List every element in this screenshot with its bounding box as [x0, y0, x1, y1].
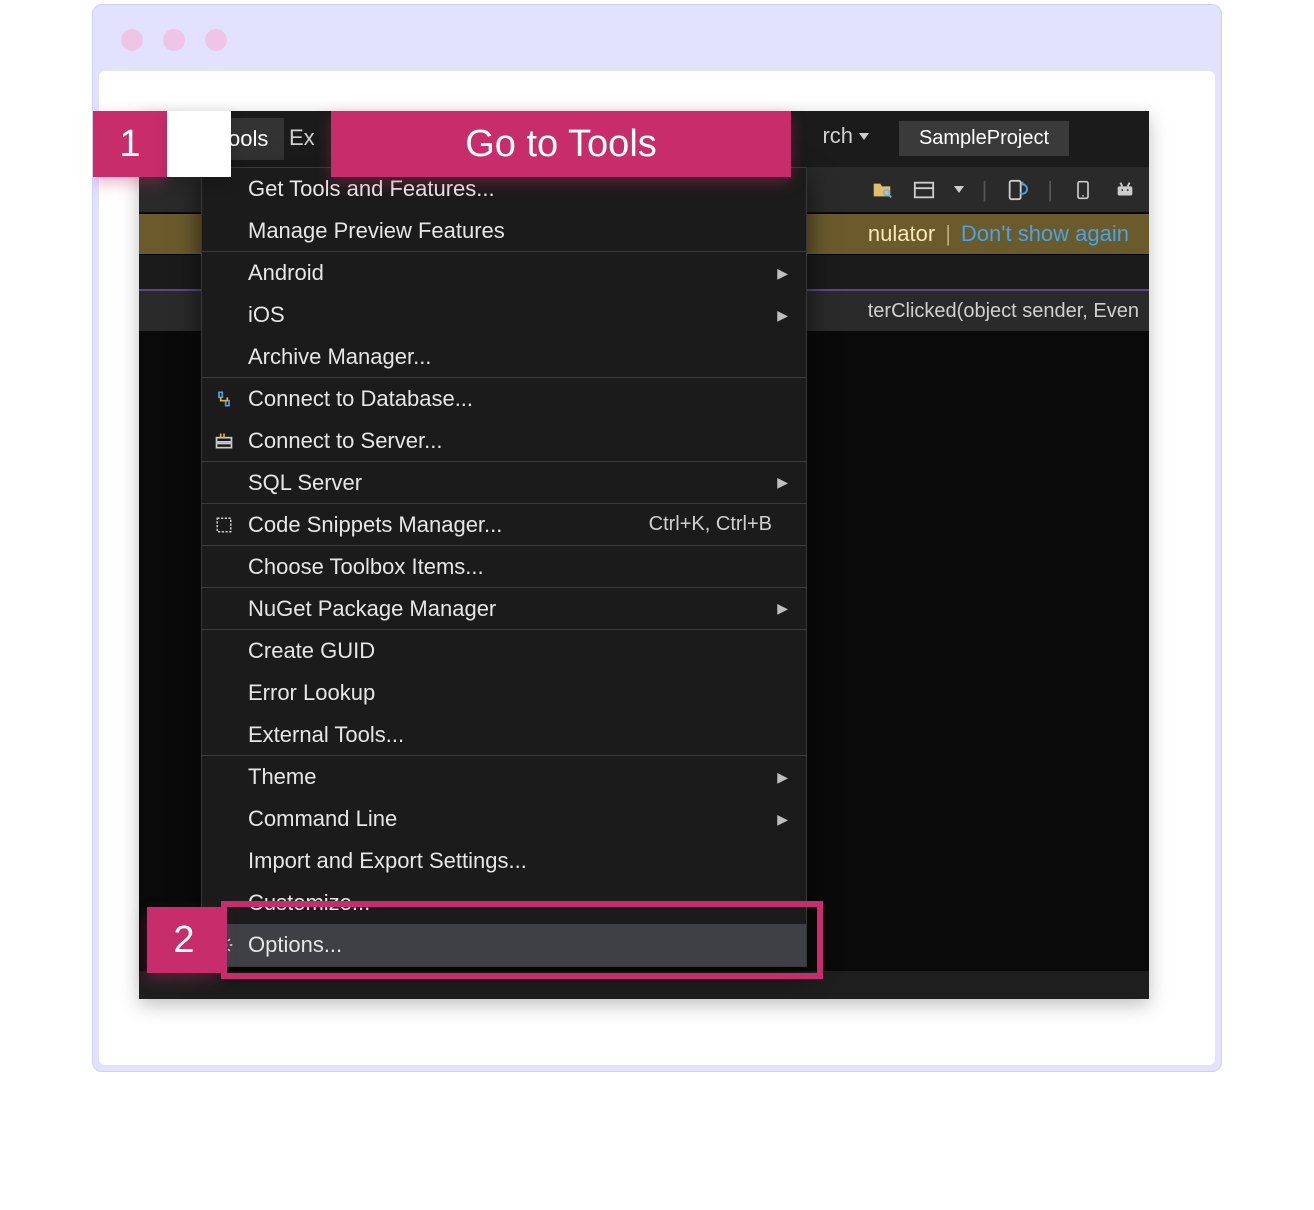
- refresh-device-icon[interactable]: [1005, 178, 1029, 202]
- menu-item-label: Android: [248, 260, 324, 286]
- menu-item-label: NuGet Package Manager: [248, 596, 496, 622]
- chevron-down-icon: [859, 133, 869, 140]
- search-label-fragment: rch: [822, 123, 853, 149]
- annotation-number-text: 2: [173, 919, 194, 962]
- menu-item-import-export[interactable]: Import and Export Settings...: [202, 840, 806, 882]
- menu-item-label: iOS: [248, 302, 285, 328]
- menu-item-label: Import and Export Settings...: [248, 848, 527, 874]
- menu-item-label: Manage Preview Features: [248, 218, 505, 244]
- annotation-step-1-number: 1: [93, 111, 167, 177]
- submenu-arrow-icon: ▶: [777, 307, 788, 324]
- visual-studio-window: Tools Ex rch SampleProject |: [139, 111, 1149, 999]
- method-nav-fragment: terClicked(object sender, Even: [868, 300, 1139, 323]
- menu-item-command-line[interactable]: Command Line ▶: [202, 798, 806, 840]
- android-device-icon[interactable]: [1113, 178, 1137, 202]
- menu-item-label: Connect to Server...: [248, 428, 442, 454]
- window-traffic-lights: [121, 29, 227, 51]
- menu-fragment: Ex: [289, 125, 315, 151]
- annotation-spacer: [167, 111, 231, 177]
- solution-name-pill[interactable]: SampleProject: [899, 121, 1069, 156]
- menu-item-sql-server[interactable]: SQL Server ▶: [202, 462, 806, 504]
- menu-item-label: Command Line: [248, 806, 397, 832]
- window-split-icon[interactable]: [912, 178, 936, 202]
- menu-item-error-lookup[interactable]: Error Lookup: [202, 672, 806, 714]
- notice-text-fragment: nulator: [868, 221, 935, 247]
- snippet-icon: [212, 513, 236, 537]
- plug-server-icon: [212, 429, 236, 453]
- tools-dropdown-menu: Get Tools and Features... Manage Preview…: [201, 167, 807, 967]
- menu-item-label: Create GUID: [248, 638, 375, 664]
- menu-item-label: Theme: [248, 764, 316, 790]
- annotation-step-2-highlight: [221, 901, 823, 979]
- menu-item-code-snippets[interactable]: Code Snippets Manager... Ctrl+K, Ctrl+B: [202, 504, 806, 546]
- menu-item-theme[interactable]: Theme ▶: [202, 756, 806, 798]
- chevron-down-icon[interactable]: [954, 186, 964, 193]
- browser-window-frame: Tools Ex rch SampleProject |: [92, 4, 1222, 1072]
- menu-item-label: Error Lookup: [248, 680, 375, 706]
- submenu-arrow-icon: ▶: [777, 265, 788, 282]
- menu-item-external-tools[interactable]: External Tools...: [202, 714, 806, 756]
- menu-item-connect-server[interactable]: Connect to Server...: [202, 420, 806, 462]
- menu-item-shortcut: Ctrl+K, Ctrl+B: [649, 513, 772, 536]
- annotation-step-1-label: Go to Tools: [331, 111, 791, 177]
- phone-device-icon[interactable]: [1071, 178, 1095, 202]
- window-dot: [163, 29, 185, 51]
- menu-item-archive-manager[interactable]: Archive Manager...: [202, 336, 806, 378]
- menu-item-label: Choose Toolbox Items...: [248, 554, 484, 580]
- menu-item-label: Code Snippets Manager...: [248, 512, 502, 538]
- menu-item-toolbox-items[interactable]: Choose Toolbox Items...: [202, 546, 806, 588]
- page-content: Tools Ex rch SampleProject |: [99, 71, 1215, 1065]
- menu-item-android[interactable]: Android ▶: [202, 252, 806, 294]
- submenu-arrow-icon: ▶: [777, 600, 788, 617]
- folder-search-icon[interactable]: [870, 178, 894, 202]
- notice-dont-show-link[interactable]: Don't show again: [961, 221, 1129, 247]
- menu-item-label: Archive Manager...: [248, 344, 431, 370]
- submenu-arrow-icon: ▶: [777, 811, 788, 828]
- search-box-fragment[interactable]: rch: [822, 123, 869, 149]
- menu-item-label: Get Tools and Features...: [248, 176, 495, 202]
- menu-item-nuget[interactable]: NuGet Package Manager ▶: [202, 588, 806, 630]
- menu-item-label: SQL Server: [248, 470, 362, 496]
- annotation-step-2-number: 2: [147, 907, 221, 973]
- menu-item-label: External Tools...: [248, 722, 404, 748]
- annotation-number-text: 1: [119, 123, 140, 166]
- plug-database-icon: [212, 387, 236, 411]
- annotation-label-text: Go to Tools: [465, 123, 657, 166]
- submenu-arrow-icon: ▶: [777, 769, 788, 786]
- menu-item-connect-database[interactable]: Connect to Database...: [202, 378, 806, 420]
- window-dot: [121, 29, 143, 51]
- menu-item-create-guid[interactable]: Create GUID: [202, 630, 806, 672]
- notice-separator: |: [945, 221, 951, 247]
- menu-item-label: Connect to Database...: [248, 386, 473, 412]
- window-dot: [205, 29, 227, 51]
- menu-item-preview-features[interactable]: Manage Preview Features: [202, 210, 806, 252]
- submenu-arrow-icon: ▶: [777, 474, 788, 491]
- menu-item-ios[interactable]: iOS ▶: [202, 294, 806, 336]
